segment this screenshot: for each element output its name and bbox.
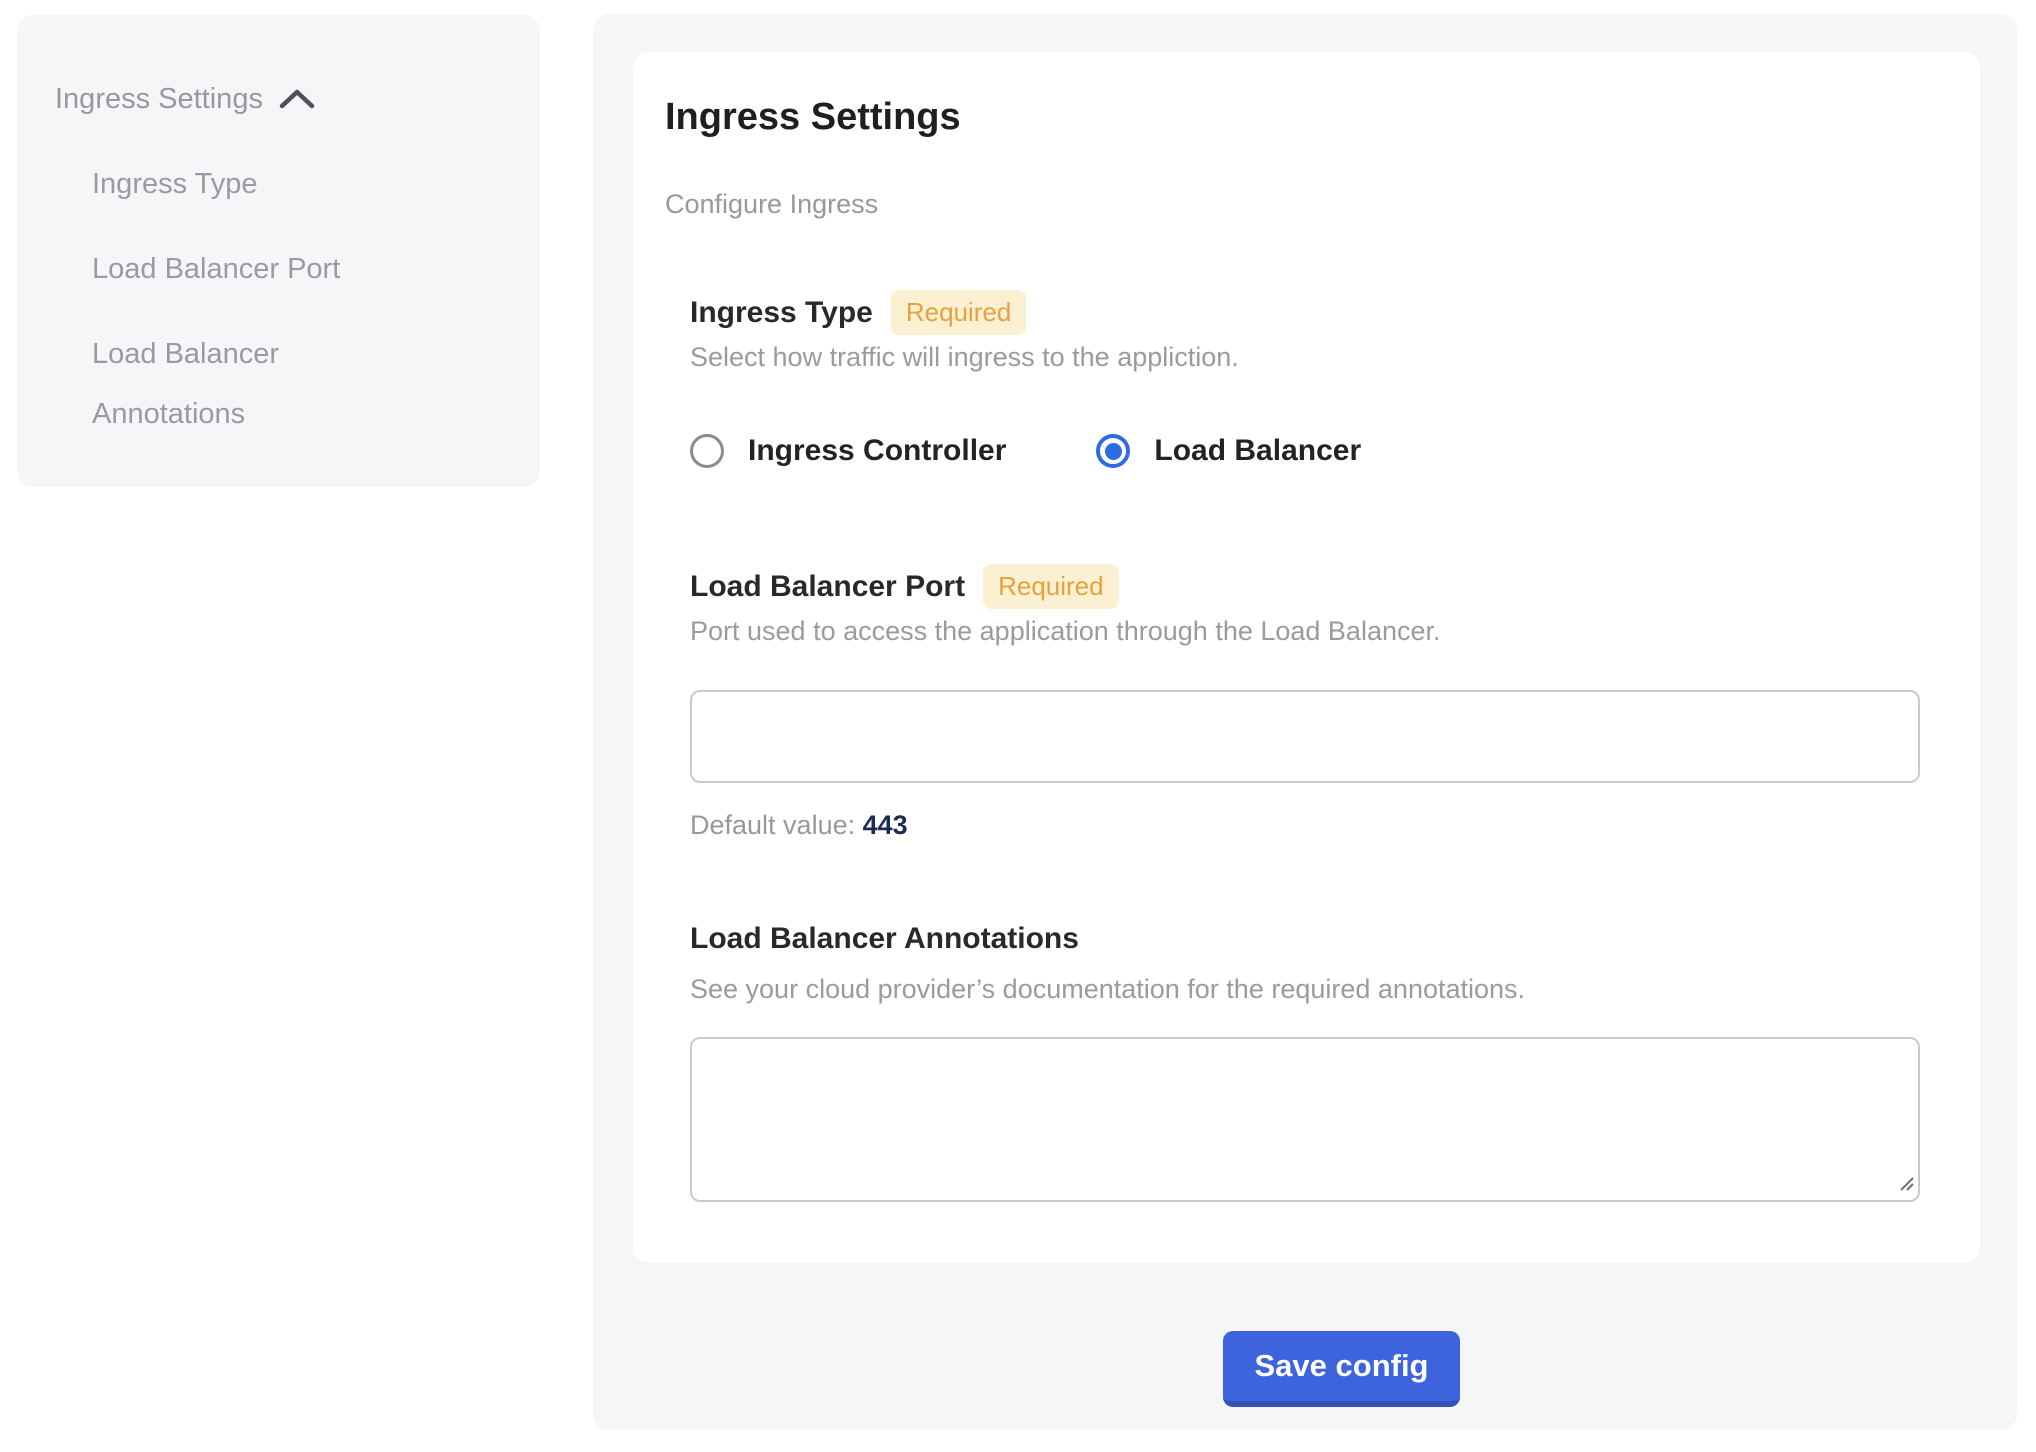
ingress-type-label: Ingress Type xyxy=(690,296,873,330)
lb-annotations-description: See your cloud provider’s documentation … xyxy=(690,974,1525,1005)
sidebar-item-load-balancer-annotations[interactable]: Load Balancer Annotations xyxy=(92,324,422,444)
lb-port-label-row: Load Balancer Port Required xyxy=(690,564,1119,609)
sidebar-item-ingress-type[interactable]: Ingress Type xyxy=(92,154,422,214)
page-subtitle: Configure Ingress xyxy=(665,189,878,220)
radio-icon[interactable] xyxy=(690,434,724,468)
sidebar-subitems: Ingress Type Load Balancer Port Load Bal… xyxy=(92,154,510,444)
radio-option-load-balancer[interactable]: Load Balancer xyxy=(1096,434,1361,468)
required-badge: Required xyxy=(891,290,1027,335)
radio-icon[interactable] xyxy=(1096,434,1130,468)
default-value-number: 443 xyxy=(863,810,908,840)
chevron-up-icon[interactable] xyxy=(279,71,315,131)
ingress-type-radio-group: Ingress Controller Load Balancer xyxy=(690,434,1361,468)
default-value-prefix: Default value: xyxy=(690,810,855,840)
lb-port-description: Port used to access the application thro… xyxy=(690,616,1441,647)
save-config-button[interactable]: Save config xyxy=(1223,1331,1460,1407)
ingress-settings-card: Ingress Settings Configure Ingress Ingre… xyxy=(633,52,1980,1263)
sidebar-section-label: Ingress Settings xyxy=(55,69,263,129)
radio-label: Ingress Controller xyxy=(748,434,1006,468)
main-panel: Ingress Settings Configure Ingress Ingre… xyxy=(593,14,2017,1430)
lb-port-default-value: Default value: 443 xyxy=(690,810,908,841)
ingress-type-label-row: Ingress Type Required xyxy=(690,290,1026,335)
page: Ingress Settings Ingress Type Load Balan… xyxy=(0,0,2036,1452)
sidebar-item-load-balancer-port[interactable]: Load Balancer Port xyxy=(92,239,422,299)
page-title: Ingress Settings xyxy=(665,96,961,139)
lb-annotations-textarea[interactable] xyxy=(690,1037,1920,1202)
lb-port-input[interactable] xyxy=(690,690,1920,783)
required-badge: Required xyxy=(983,564,1119,609)
radio-label: Load Balancer xyxy=(1154,434,1361,468)
sidebar-section-ingress-settings[interactable]: Ingress Settings xyxy=(55,67,510,131)
lb-annotations-label: Load Balancer Annotations xyxy=(690,922,1079,956)
radio-option-ingress-controller[interactable]: Ingress Controller xyxy=(690,434,1006,468)
lb-annotations-label-row: Load Balancer Annotations xyxy=(690,922,1079,956)
ingress-type-description: Select how traffic will ingress to the a… xyxy=(690,342,1239,373)
settings-sidebar: Ingress Settings Ingress Type Load Balan… xyxy=(17,15,540,487)
lb-annotations-field xyxy=(690,1037,1920,1202)
lb-port-label: Load Balancer Port xyxy=(690,570,965,604)
